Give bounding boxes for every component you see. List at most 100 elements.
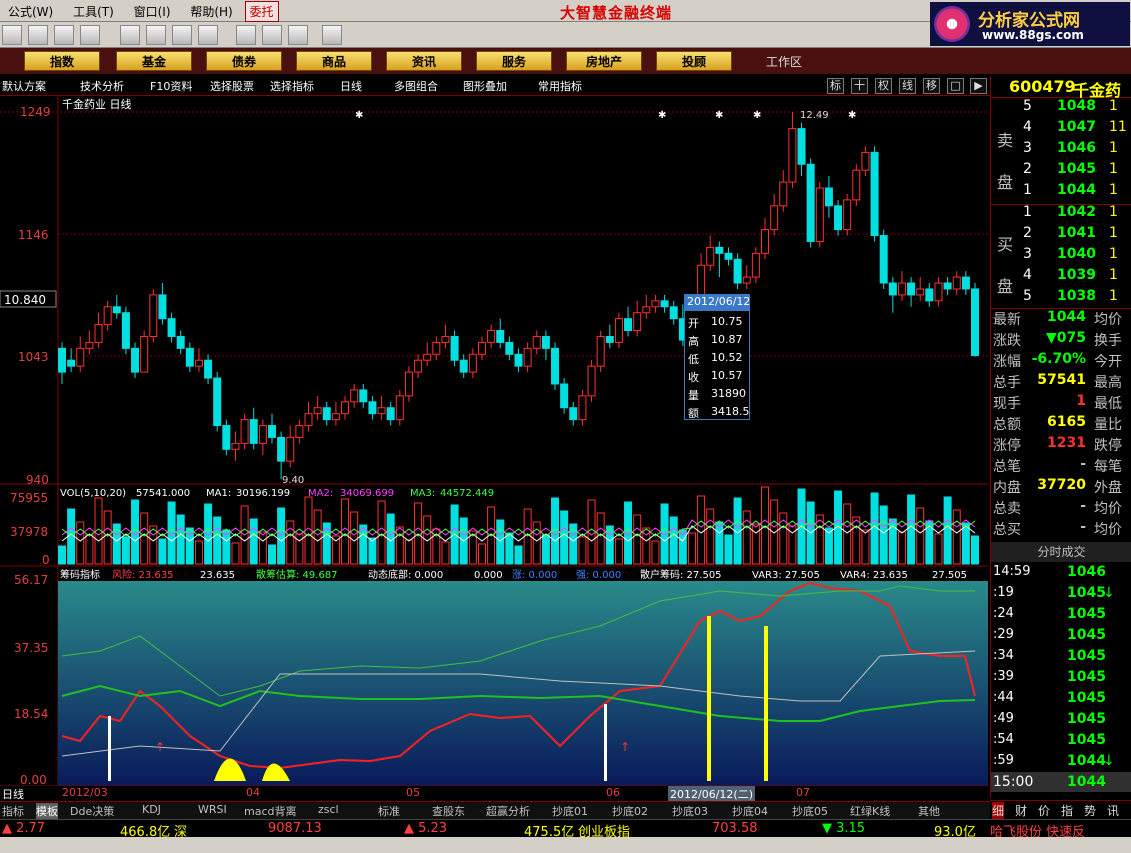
blue-badge-icon[interactable]	[198, 25, 218, 45]
menu-tools[interactable]: 工具(T)	[65, 0, 122, 23]
entrust-button[interactable]: 委托	[244, 1, 279, 22]
indicator-tab[interactable]: 抄底04	[732, 803, 768, 819]
right-tab[interactable]: 细	[992, 802, 1005, 819]
tab-index[interactable]: 指数	[24, 51, 100, 71]
help-cursor-icon[interactable]	[322, 25, 342, 45]
select-indicator-button[interactable]: 选择指标	[270, 78, 314, 94]
line-button[interactable]: 线	[899, 78, 916, 94]
vol-axis-mid: 37978	[10, 525, 48, 539]
binoculars-icon[interactable]	[28, 25, 48, 45]
ask-row[interactable]: 2 1045 1	[991, 161, 1131, 182]
workspace-label[interactable]: 工作区	[766, 53, 802, 70]
candle-body	[386, 407, 395, 421]
next-button[interactable]: ▶	[970, 78, 987, 94]
overlay-dropdown[interactable]: 图形叠加	[463, 78, 507, 94]
menu-help[interactable]: 帮助(H)	[182, 0, 240, 23]
mark-button[interactable]: 标	[827, 78, 844, 94]
vol-ma3-label: MA3:	[410, 488, 435, 499]
alarm-icon[interactable]	[80, 25, 100, 45]
candle-body	[341, 401, 350, 415]
volume-bar	[395, 526, 404, 565]
candle-body	[286, 436, 295, 462]
tab-news[interactable]: 资讯	[386, 51, 462, 71]
tick-price: 1046	[1067, 564, 1106, 580]
indicator-tab[interactable]: 标准	[378, 803, 400, 819]
ask-row[interactable]: 3 1046 1	[991, 140, 1131, 161]
volume-bar	[441, 541, 450, 565]
stat-value: -6.70%	[1031, 351, 1086, 367]
ask-row[interactable]: 5 1048 1	[991, 98, 1131, 119]
tab-bond[interactable]: 债券	[206, 51, 282, 71]
tick-row: :59 1044 ↓	[991, 753, 1131, 774]
indicator-tab[interactable]: 超赢分析	[486, 803, 530, 819]
tab-commodity[interactable]: 商品	[296, 51, 372, 71]
sign-icon[interactable]	[146, 25, 166, 45]
window-icon[interactable]	[262, 25, 282, 45]
bid-row[interactable]: 3 1040 1	[991, 246, 1131, 267]
bid-row[interactable]: 1 1042 1	[991, 204, 1131, 225]
candle-body	[815, 187, 824, 242]
tab-service[interactable]: 服务	[476, 51, 552, 71]
indicator-tab[interactable]: zscl	[318, 803, 339, 816]
crosshair-button[interactable]: 十	[851, 78, 868, 94]
tick-time: :44	[993, 690, 1014, 705]
move-button[interactable]: 移	[923, 78, 940, 94]
indicator-tab[interactable]: 查股东	[432, 803, 465, 819]
ticks-header[interactable]: 分时成交	[991, 542, 1131, 562]
diamond-icon[interactable]	[120, 25, 140, 45]
ask-row[interactable]: 4 1047 11	[991, 119, 1131, 140]
candle-body	[596, 335, 605, 367]
ask-row[interactable]: 1 1044 1	[991, 182, 1131, 203]
right-tab[interactable]: 指	[1061, 802, 1073, 819]
right-tab[interactable]: 讯	[1107, 802, 1119, 819]
indicator-tab[interactable]: 红绿K线	[850, 803, 890, 819]
multi-chart-dropdown[interactable]: 多图组合	[394, 78, 438, 94]
volume-bar	[961, 522, 970, 565]
candle-body	[103, 306, 112, 326]
indicator-tab[interactable]: Dde决策	[70, 803, 114, 819]
menu-window[interactable]: 窗口(I)	[126, 0, 179, 23]
bid-row[interactable]: 5 1038 1	[991, 288, 1131, 309]
indicator-tab[interactable]: 指标	[2, 803, 24, 819]
right-tab[interactable]: 势	[1084, 802, 1096, 819]
play-icon[interactable]	[2, 25, 22, 45]
tab-advisor[interactable]: 投顾	[656, 51, 732, 71]
tick-time: :19	[993, 585, 1014, 600]
ask-level: 1	[1023, 182, 1032, 198]
bid-row[interactable]: 4 1039 1	[991, 267, 1131, 288]
indicator-tab[interactable]: KDJ	[142, 803, 161, 816]
f10-button[interactable]: F10资料	[150, 78, 192, 94]
books-icon[interactable]	[288, 25, 308, 45]
rights-button[interactable]: 权	[875, 78, 892, 94]
tick-row: 14:59 1046	[991, 564, 1131, 585]
indicator-tab[interactable]: macd背离	[244, 803, 297, 819]
tech-analysis-dropdown[interactable]: 技术分析	[80, 78, 124, 94]
indicator-tab[interactable]: 抄底01	[552, 803, 588, 819]
volume-bar	[751, 523, 760, 565]
volume-bar	[76, 521, 85, 565]
indicator-tab[interactable]: 抄底05	[792, 803, 828, 819]
stat-value: -	[1080, 519, 1086, 535]
red-badge-icon[interactable]	[172, 25, 192, 45]
indicator-tab[interactable]: 其他	[918, 803, 940, 819]
menu-formula[interactable]: 公式(W)	[0, 0, 61, 23]
indicator-tab[interactable]: 抄底03	[672, 803, 708, 819]
indicator-tab[interactable]: 模板	[36, 803, 58, 819]
bid-row[interactable]: 2 1041 1	[991, 225, 1131, 246]
right-tab[interactable]: 价	[1038, 802, 1050, 819]
indicator-tab[interactable]: 抄底02	[612, 803, 648, 819]
right-tab[interactable]: 财	[1015, 802, 1027, 819]
print-icon[interactable]	[236, 25, 256, 45]
vol-ma2: 34069.699	[340, 488, 394, 499]
tab-fund[interactable]: 基金	[116, 51, 192, 71]
maximize-button[interactable]: □	[947, 78, 964, 94]
candle-body	[751, 252, 760, 278]
tab-realestate[interactable]: 房地产	[566, 51, 642, 71]
chart-area[interactable]: ✱ ✱ ✱ ✱ ✱ ↑ ↑ 1249 1146 10.840 1043 940 千金药业 …	[0, 96, 990, 786]
common-indicator-dropdown[interactable]: 常用指标	[538, 78, 582, 94]
binoculars2-icon[interactable]	[54, 25, 74, 45]
scheme-dropdown[interactable]: 默认方案	[2, 78, 46, 94]
select-stock-button[interactable]: 选择股票	[210, 78, 254, 94]
period-dropdown[interactable]: 日线	[340, 78, 362, 94]
indicator-tab[interactable]: WRSI	[198, 803, 227, 816]
